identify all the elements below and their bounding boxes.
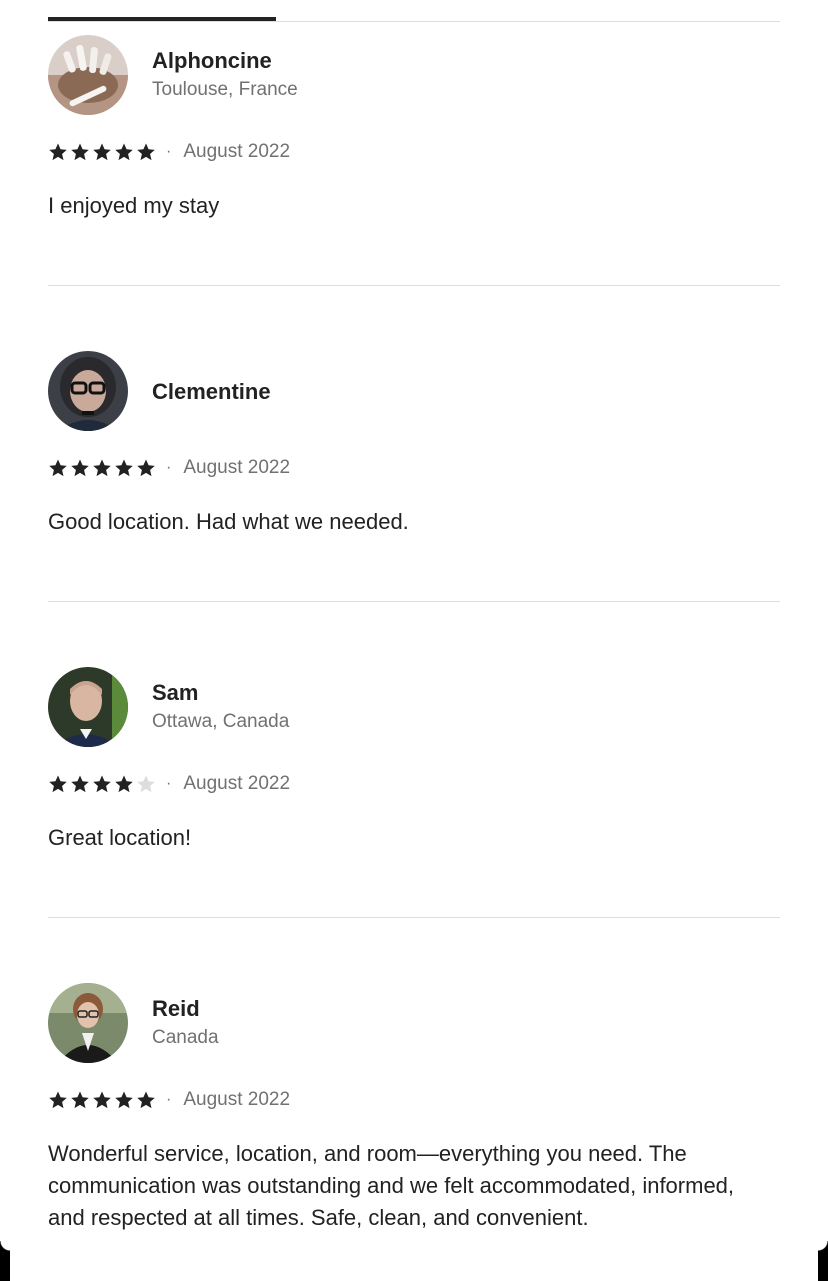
reviewer-avatar[interactable] bbox=[48, 35, 128, 115]
review-text: Wonderful service, location, and room—ev… bbox=[48, 1141, 735, 1230]
star-filled-icon bbox=[137, 143, 155, 161]
person-suit-avatar bbox=[48, 667, 128, 747]
star-filled-icon bbox=[93, 1091, 111, 1109]
screen-corner-right bbox=[818, 1241, 828, 1281]
rating-row: · August 2022 bbox=[48, 456, 290, 480]
reviewer-location: Toulouse, France bbox=[152, 79, 298, 100]
separator-dot: · bbox=[166, 459, 172, 476]
star-filled-icon bbox=[115, 143, 133, 161]
review-divider bbox=[48, 601, 780, 602]
reviewer-name[interactable]: Reid bbox=[152, 996, 200, 1022]
star-filled-icon bbox=[71, 459, 89, 477]
star-filled-icon bbox=[49, 775, 67, 793]
star-filled-icon bbox=[71, 143, 89, 161]
star-filled-icon bbox=[49, 459, 67, 477]
review-text: Great location! bbox=[48, 825, 192, 850]
separator-dot: · bbox=[166, 775, 172, 792]
star-empty-icon bbox=[137, 775, 155, 793]
star-filled-icon bbox=[115, 459, 133, 477]
star-rating bbox=[48, 1090, 156, 1110]
star-filled-icon bbox=[71, 1091, 89, 1109]
reviewer-location: Ottawa, Canada bbox=[152, 711, 290, 732]
reviewer-name[interactable]: Alphoncine bbox=[152, 48, 272, 74]
reviewer-location: Canada bbox=[152, 1027, 219, 1048]
reviewer-name[interactable]: Sam bbox=[152, 680, 198, 706]
star-filled-icon bbox=[137, 1091, 155, 1109]
person-blazer-avatar bbox=[48, 983, 128, 1063]
star-filled-icon bbox=[115, 775, 133, 793]
review-date: August 2022 bbox=[183, 457, 291, 478]
reviewer-avatar[interactable] bbox=[48, 351, 128, 431]
nails-photo-avatar bbox=[48, 35, 128, 115]
star-filled-icon bbox=[49, 1091, 67, 1109]
star-rating bbox=[48, 142, 156, 162]
tab-underline-track bbox=[48, 21, 780, 22]
review-date: August 2022 bbox=[183, 773, 291, 794]
review-date: August 2022 bbox=[183, 1089, 291, 1110]
rating-row: · August 2022 bbox=[48, 140, 290, 164]
rating-row: · August 2022 bbox=[48, 1088, 290, 1112]
screen-corner-left bbox=[0, 1241, 10, 1281]
star-filled-icon bbox=[93, 775, 111, 793]
star-filled-icon bbox=[137, 459, 155, 477]
reviewer-avatar[interactable] bbox=[48, 983, 128, 1063]
star-filled-icon bbox=[93, 143, 111, 161]
separator-dot: · bbox=[166, 1091, 172, 1108]
reviewer-name[interactable]: Clementine bbox=[152, 379, 271, 405]
review-text: Good location. Had what we needed. bbox=[48, 509, 409, 534]
reviewer-avatar[interactable] bbox=[48, 667, 128, 747]
active-tab-indicator bbox=[48, 17, 276, 21]
review-divider bbox=[48, 917, 780, 918]
star-rating bbox=[48, 458, 156, 478]
star-rating bbox=[48, 774, 156, 794]
star-filled-icon bbox=[115, 1091, 133, 1109]
review-text: I enjoyed my stay bbox=[48, 193, 220, 218]
review-divider bbox=[48, 285, 780, 286]
separator-dot: · bbox=[166, 143, 172, 160]
review-date: August 2022 bbox=[183, 141, 291, 162]
person-glasses-avatar bbox=[48, 351, 128, 431]
star-filled-icon bbox=[49, 143, 67, 161]
rating-row: · August 2022 bbox=[48, 772, 290, 796]
star-filled-icon bbox=[93, 459, 111, 477]
star-filled-icon bbox=[71, 775, 89, 793]
